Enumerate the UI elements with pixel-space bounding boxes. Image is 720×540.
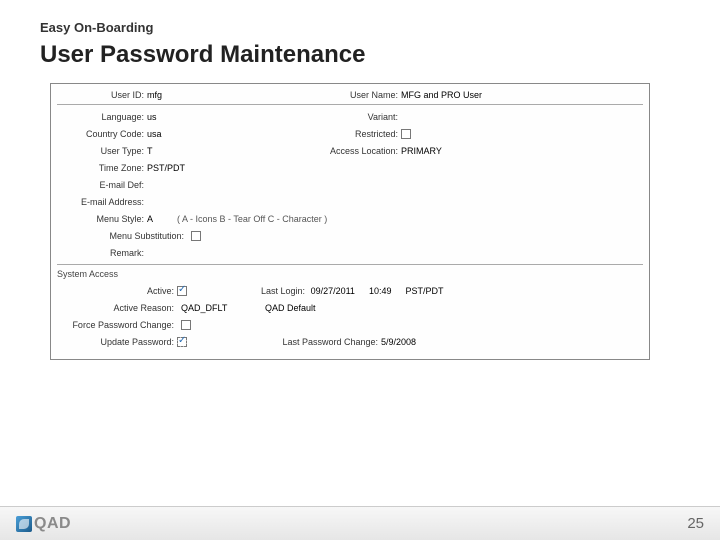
forcepw-checkbox[interactable] xyxy=(181,320,191,330)
lastchange-label: Last Password Change: xyxy=(261,337,381,347)
slide-title: User Password Maintenance xyxy=(40,41,680,69)
timezone-label: Time Zone: xyxy=(57,163,147,173)
system-access-section: System Access xyxy=(57,264,643,279)
userid-value[interactable]: mfg xyxy=(147,90,197,100)
page-number: 25 xyxy=(687,515,704,532)
brand-text: QAD xyxy=(34,515,71,533)
variant-label: Variant: xyxy=(321,112,401,122)
accessloc-label: Access Location: xyxy=(321,146,401,156)
lastlogin-date: 09/27/2011 xyxy=(311,286,355,296)
updatepw-checkbox[interactable] xyxy=(177,337,187,347)
country-value[interactable]: usa xyxy=(147,129,162,139)
brand-icon xyxy=(16,516,32,532)
slide-subtitle: Easy On-Boarding xyxy=(40,20,680,35)
emailaddr-label: E-mail Address: xyxy=(57,197,147,207)
lastlogin-label: Last Login: xyxy=(261,286,308,296)
username-value[interactable]: MFG and PRO User xyxy=(401,90,482,100)
form-panel: User ID: mfg User Name: MFG and PRO User… xyxy=(50,83,650,360)
activereason-value[interactable]: QAD_DFLT xyxy=(181,303,241,313)
active-checkbox[interactable] xyxy=(177,286,187,296)
language-value[interactable]: us xyxy=(147,112,157,122)
menusub-label: Menu Substitution: xyxy=(57,231,187,241)
country-label: Country Code: xyxy=(57,129,147,139)
lastlogin-tz: PST/PDT xyxy=(405,286,443,296)
language-label: Language: xyxy=(57,112,147,122)
usertype-value[interactable]: T xyxy=(147,146,153,156)
usertype-label: User Type: xyxy=(57,146,147,156)
active-label: Active: xyxy=(57,286,177,296)
userid-label: User ID: xyxy=(57,90,147,100)
lastchange-value: 5/9/2008 xyxy=(381,337,416,347)
emaildef-label: E-mail Def: xyxy=(57,180,147,190)
forcepw-label: Force Password Change: xyxy=(57,320,177,330)
activereason-desc: QAD Default xyxy=(265,303,316,313)
activereason-label: Active Reason: xyxy=(57,303,177,313)
restricted-label: Restricted: xyxy=(321,129,401,139)
slide-footer: QAD 25 xyxy=(0,506,720,540)
menustyle-hint: ( A - Icons B - Tear Off C - Character ) xyxy=(177,214,327,224)
accessloc-value[interactable]: PRIMARY xyxy=(401,146,442,156)
restricted-checkbox[interactable] xyxy=(401,129,411,139)
menustyle-value[interactable]: A xyxy=(147,214,177,224)
remark-label: Remark: xyxy=(57,248,147,258)
menusub-checkbox[interactable] xyxy=(191,231,201,241)
updatepw-label: Update Password: xyxy=(57,337,177,347)
timezone-value[interactable]: PST/PDT xyxy=(147,163,185,173)
menustyle-label: Menu Style: xyxy=(57,214,147,224)
username-label: User Name: xyxy=(321,90,401,100)
lastlogin-time: 10:49 xyxy=(369,286,392,296)
brand-logo: QAD xyxy=(16,515,71,533)
